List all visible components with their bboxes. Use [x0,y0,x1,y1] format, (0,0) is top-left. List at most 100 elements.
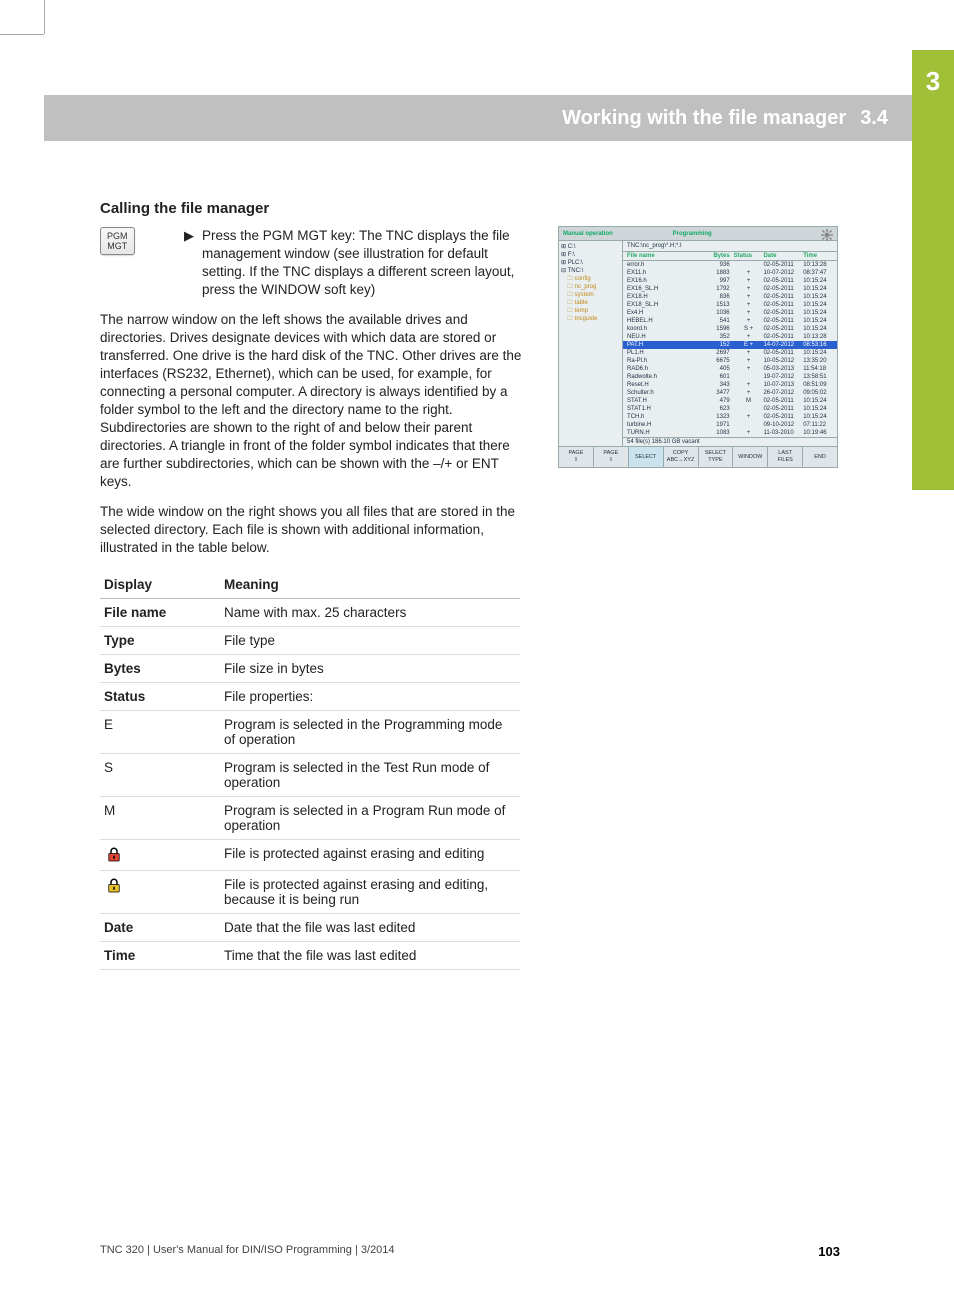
table-cell-meaning: Name with max. 25 characters [220,599,520,627]
tnc-file-cell: 10:15:24 [803,405,833,413]
tnc-file-cell: 541 [700,317,734,325]
tnc-file-row: RAD6.h405+05-03-201311:54:18 [623,365,837,373]
tnc-file-cell: 10:19:46 [803,429,833,437]
tnc-file-cell: 02-05-2011 [763,277,803,285]
tnc-file-row: STAT.H479M02-05-201110:15:24 [623,397,837,405]
tnc-drive: ⊞ PLC:\ [561,259,620,267]
table-row: File nameName with max. 25 characters [100,599,520,627]
tnc-softkey-bar: PAGE⇧PAGE⇩SELECTCOPYABC→XYZSELECTTYPEWIN… [559,446,837,467]
tnc-file-cell: EX18_SL.H [627,301,700,309]
gear-icon [821,229,833,241]
tnc-file-cell: + [734,413,764,421]
tnc-file-cell: 14-07-2012 [763,341,803,349]
tnc-folder: 🗀 system [561,291,620,299]
tnc-folder: 🗀 config [561,275,620,283]
tnc-file-cell: turbine.H [627,421,700,429]
section-heading: Calling the file manager [100,200,840,217]
tnc-file-cell: 02-05-2011 [763,317,803,325]
table-cell-meaning: File properties: [220,683,520,711]
tnc-file-cell: 10:13:28 [803,333,833,341]
table-cell-meaning: Date that the file was last edited [220,914,520,942]
tnc-file-row: EX11.h1883+10-07-201208:37:47 [623,269,837,277]
tnc-file-cell: 1883 [700,269,734,277]
tnc-file-cell: + [734,381,764,389]
table-cell-display: Time [100,942,220,970]
tnc-file-cell: 10:15:24 [803,285,833,293]
table-cell-display: Type [100,627,220,655]
tnc-file-cell: 1971 [700,421,734,429]
tnc-file-cell: + [734,357,764,365]
tnc-file-cell: 02-05-2011 [763,301,803,309]
tnc-file-row: turbine.H197109-10-201207:11:22 [623,421,837,429]
tnc-status-line: 54 file(s) 186.10 GB vacant [623,437,837,446]
tnc-file-cell: 02-05-2011 [763,397,803,405]
tnc-softkey: WINDOW [733,447,768,467]
tnc-file-cell: 997 [700,277,734,285]
tnc-file-cell: 02-05-2011 [763,309,803,317]
table-head-display: Display [100,571,220,599]
tnc-file-cell: STAT.H [627,397,700,405]
tnc-file-cell: Schulter.h [627,389,700,397]
tnc-titlebar: Manual operation Programming [559,227,837,241]
tnc-file-cell [734,405,764,413]
table-row: File is protected against erasing and ed… [100,840,520,871]
tnc-file-cell: EX11.h [627,269,700,277]
tnc-file-cell: 02-05-2011 [763,293,803,301]
tnc-file-cell: 10:15:24 [803,413,833,421]
tnc-file-cell: 08:51:09 [803,381,833,389]
page-header: Working with the file manager 3.4 [44,95,912,141]
tnc-file-cell: Radwolte.h [627,373,700,381]
tnc-file-cell: + [734,365,764,373]
tnc-file-cell: 1036 [700,309,734,317]
tnc-file-cell: 10:15:24 [803,349,833,357]
tnc-file-cell: PAT.H [627,341,700,349]
tnc-file-cell: + [734,349,764,357]
tnc-file-cell: + [734,301,764,309]
tnc-file-cell: 09-10-2012 [763,421,803,429]
tnc-file-row: HEBEL.H541+02-05-201110:15:24 [623,317,837,325]
crop-mark-horizontal [0,34,44,35]
tnc-file-cell: + [734,429,764,437]
tnc-file-row: Reset.H343+10-07-201308:51:09 [623,381,837,389]
table-row: File is protected against erasing and ed… [100,871,520,914]
tnc-file-row: koord.h1596S +02-05-201110:15:24 [623,325,837,333]
table-cell-meaning: Time that the file was last edited [220,942,520,970]
tnc-file-cell: M [734,397,764,405]
table-row: TimeTime that the file was last edited [100,942,520,970]
tnc-file-cell: + [734,269,764,277]
tnc-file-row: Ra-Pl.h6675+10-05-201213:35:20 [623,357,837,365]
tnc-file-cell: 10:15:24 [803,397,833,405]
chapter-tab: 3 [912,50,954,490]
tnc-file-cell: 1596 [700,325,734,333]
tnc-softkey: SELECTTYPE [699,447,734,467]
tnc-file-cell: 10-07-2013 [763,381,803,389]
tnc-file-cell: + [734,389,764,397]
tnc-folder: 🗀 temp [561,307,620,315]
tnc-file-cell: 13:35:20 [803,357,833,365]
tnc-file-cell: HEBEL.H [627,317,700,325]
tnc-file-cell: + [734,293,764,301]
tnc-mode-right: Programming [613,231,712,237]
tnc-file-row: EX16_SL.H1792+02-05-201110:15:24 [623,285,837,293]
tnc-file-cell: 26-07-2012 [763,389,803,397]
table-head-meaning: Meaning [220,571,520,599]
tnc-file-cell: EX18.H [627,293,700,301]
tnc-file-cell: koord.h [627,325,700,333]
tnc-file-cell: 601 [700,373,734,381]
tnc-file-cell: 10:15:24 [803,301,833,309]
tnc-file-cell: S + [734,325,764,333]
table-cell-meaning: Program is selected in a Program Run mod… [220,797,520,840]
tnc-file-cell: 02-05-2011 [763,325,803,333]
tnc-file-row: TURN.H1083+11-03-201010:19:46 [623,429,837,437]
table-row: MProgram is selected in a Program Run mo… [100,797,520,840]
tnc-file-cell: 1323 [700,413,734,421]
tnc-file-cell: E + [734,341,764,349]
header-section: 3.4 [860,107,888,130]
tnc-file-cell: 10:15:24 [803,325,833,333]
tnc-file-cell: 1513 [700,301,734,309]
tnc-file-row: STAT1.H62302-05-201110:15:24 [623,405,837,413]
tnc-column: File name [627,253,700,259]
tnc-file-cell: Ra-Pl.h [627,357,700,365]
tnc-file-cell: 352 [700,333,734,341]
tnc-file-cell: 02-05-2011 [763,349,803,357]
